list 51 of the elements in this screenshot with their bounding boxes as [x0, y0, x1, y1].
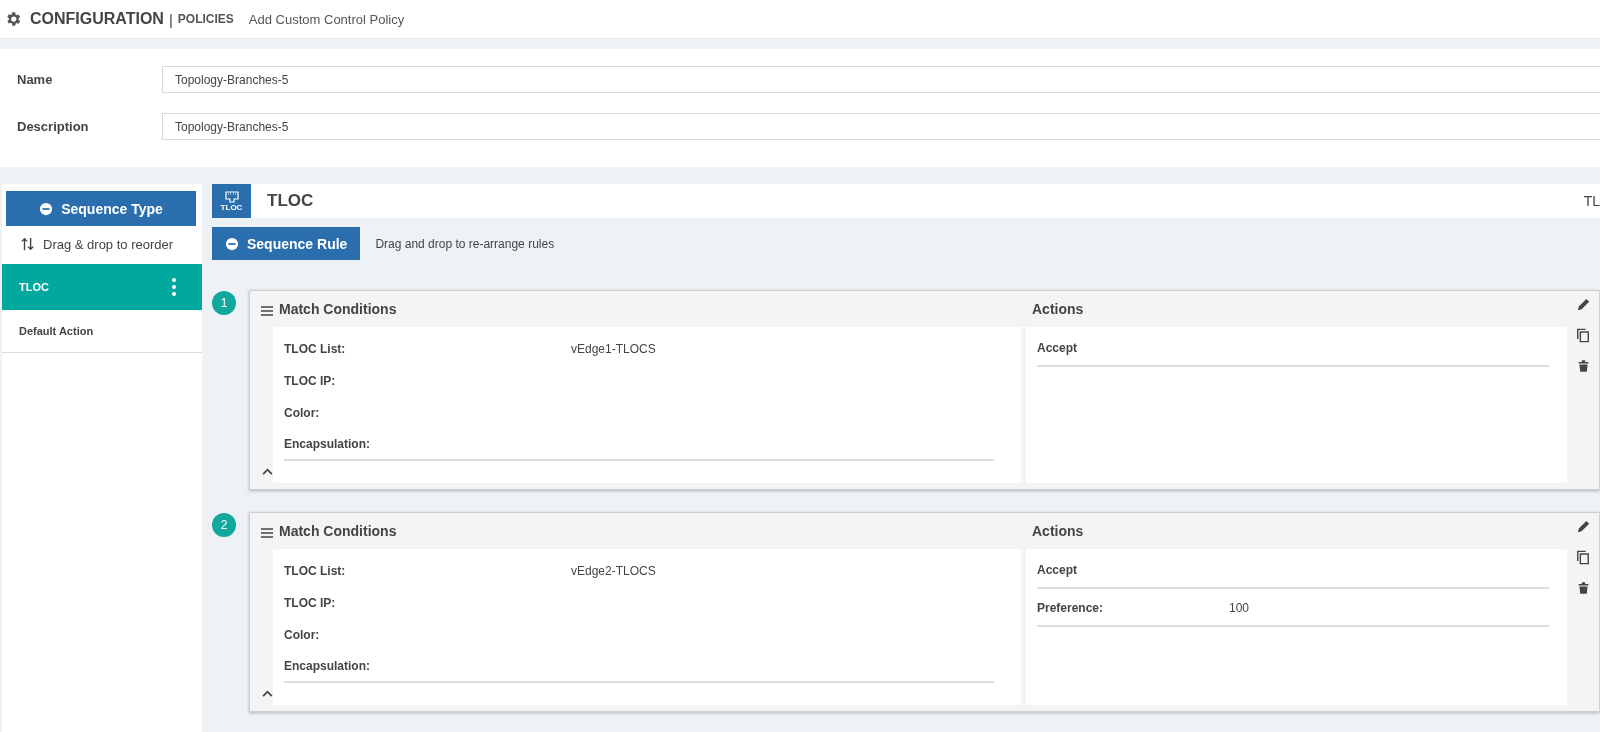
sort-arrows-icon — [21, 236, 35, 252]
section-title: Actions — [1031, 301, 1084, 317]
drag-handle-icon — [261, 306, 273, 316]
drag-handle-icon — [261, 528, 273, 538]
kebab-menu-icon — [172, 278, 176, 296]
condition-label: TLOC IP: — [284, 596, 337, 610]
edit-icon — [1575, 297, 1591, 312]
delete-icon — [1576, 359, 1590, 373]
sequence-title: TLOC — [267, 191, 315, 211]
delete-icon — [1576, 581, 1590, 595]
condition-label: Color: — [284, 406, 321, 420]
condition-label: TLOC IP: — [284, 374, 337, 388]
chevron-up-icon — [262, 690, 273, 697]
copy-icon — [1576, 328, 1590, 343]
page-title: CONFIGURATION — [30, 10, 164, 28]
rule-number: 1 — [212, 291, 236, 315]
sequence-type-button[interactable]: Sequence Type — [6, 191, 196, 226]
field-label: Description — [16, 119, 90, 134]
port-icon — [224, 190, 239, 203]
section-title: Actions — [1031, 523, 1084, 539]
reorder-hint: Drag & drop to reorder — [43, 236, 174, 252]
column-label: TL — [1583, 193, 1600, 209]
condition-value: vEdge1-TLOCS — [571, 342, 656, 356]
condition-label: TLOC List: — [284, 564, 347, 578]
text-field[interactable]: Topology-Branches-5 — [162, 113, 1600, 140]
field-label: Name — [16, 72, 54, 87]
sequence-rule-button[interactable]: Sequence Rule — [212, 227, 361, 260]
rule-number: 2 — [212, 513, 236, 537]
condition-label: Encapsulation: — [284, 437, 371, 451]
breadcrumb-section[interactable]: POLICIES — [177, 12, 234, 26]
edit-icon — [1575, 519, 1591, 534]
minus-circle-icon — [225, 236, 239, 251]
section-title: Match Conditions — [278, 301, 397, 317]
action-label: Preference: — [1037, 601, 1105, 615]
icon-caption: TLOC — [220, 202, 243, 212]
action-label: Accept — [1037, 341, 1078, 355]
action-value: 100 — [1229, 601, 1250, 615]
rule-hint: Drag and drop to re-arrange rules — [375, 236, 555, 251]
breadcrumb-separator: | — [168, 10, 173, 28]
condition-label: TLOC List: — [284, 342, 347, 356]
action-label: Accept — [1037, 563, 1078, 577]
condition-label: Color: — [284, 628, 321, 642]
copy-icon — [1576, 550, 1590, 565]
sequence-list-item[interactable]: Default Action — [2, 310, 202, 353]
page-subtitle: Add Custom Control Policy — [248, 11, 405, 27]
condition-value: vEdge2-TLOCS — [571, 564, 656, 578]
condition-label: Encapsulation: — [284, 659, 371, 673]
text-field[interactable]: Topology-Branches-5 — [162, 66, 1600, 93]
chevron-up-icon — [262, 468, 273, 475]
minus-circle-icon — [39, 201, 54, 216]
section-title: Match Conditions — [278, 523, 397, 539]
